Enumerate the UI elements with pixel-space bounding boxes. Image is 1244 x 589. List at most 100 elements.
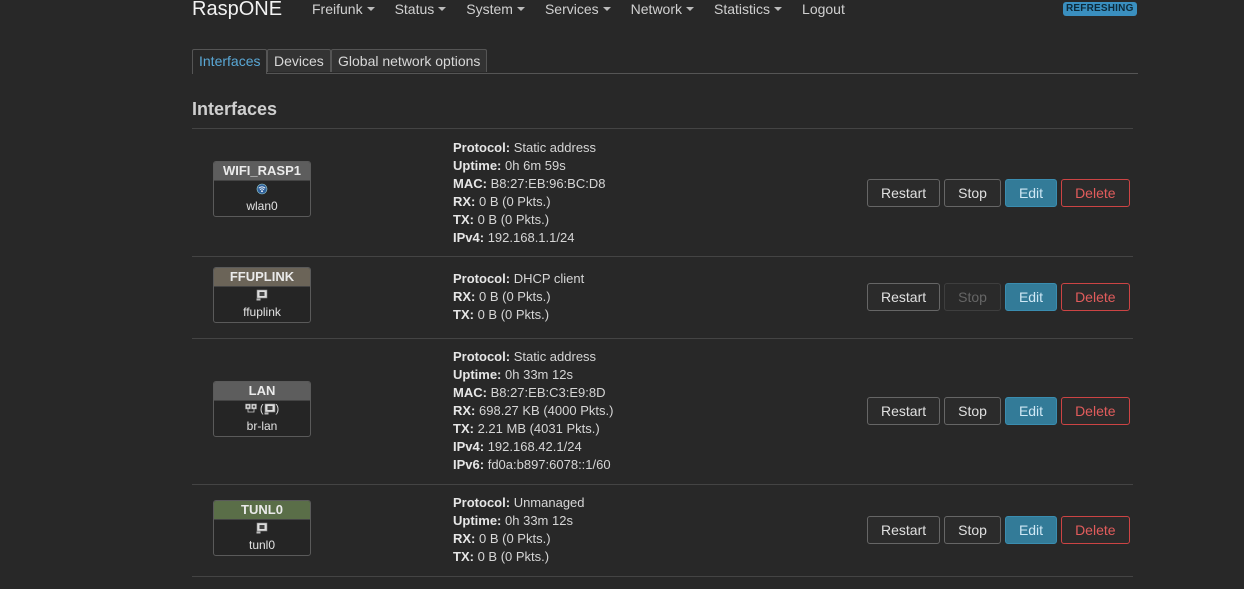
action-buttons: Restart Stop Edit Delete [867, 283, 1130, 311]
uptime-value: 0h 33m 12s [505, 367, 573, 382]
action-buttons: Restart Stop Edit Delete [867, 397, 1130, 425]
tx-label: TX: [453, 421, 474, 436]
mac-label: MAC: [453, 385, 487, 400]
stop-button[interactable]: Stop [944, 283, 1001, 311]
interface-details: Protocol: DHCP client RX: 0 B (0 Pkts.) … [453, 270, 584, 324]
tx-value: 0 B (0 Pkts.) [477, 549, 550, 564]
interface-badge: TUNL0 tunl0 [213, 500, 311, 556]
rx-label: RX: [453, 194, 476, 209]
close-paren: ) [275, 403, 280, 415]
interface-name: FFUPLINK [214, 268, 310, 287]
refreshing-badge[interactable]: REFRESHING [1063, 2, 1137, 16]
protocol-value: Static address [513, 140, 597, 155]
ipv4-line: IPv4: 192.168.42.1/24 [453, 438, 613, 456]
stop-button[interactable]: Stop [944, 397, 1001, 425]
tx-line: TX: 0 B (0 Pkts.) [453, 306, 584, 324]
brand-logo[interactable]: RaspONE [192, 0, 282, 21]
restart-button[interactable]: Restart [867, 397, 941, 425]
nav-logout[interactable]: Logout [802, 0, 845, 20]
protocol-value: Static address [513, 349, 597, 364]
tx-label: TX: [453, 549, 474, 564]
delete-button[interactable]: Delete [1061, 179, 1130, 207]
nav-label: Status [394, 1, 435, 17]
tx-value: 2.21 MB (4031 Pkts.) [477, 421, 600, 436]
edit-button[interactable]: Edit [1004, 179, 1058, 207]
rx-line: RX: 698.27 KB (4000 Pkts.) [453, 402, 613, 420]
tx-line: TX: 2.21 MB (4031 Pkts.) [453, 420, 613, 438]
protocol-value: Unmanaged [513, 495, 585, 510]
uptime-line: Uptime: 0h 6m 59s [453, 157, 605, 175]
ipv4-line: IPv4: 192.168.1.1/24 [453, 229, 605, 247]
ipv6-line: IPv6: fd0a:b897:6078::1/60 [453, 456, 613, 474]
uptime-label: Uptime: [453, 158, 502, 173]
tx-value: 0 B (0 Pkts.) [477, 307, 550, 322]
interface-icons [214, 287, 310, 305]
restart-button[interactable]: Restart [867, 283, 941, 311]
nav-label: System [466, 1, 513, 17]
rx-line: RX: 0 B (0 Pkts.) [453, 288, 584, 306]
tx-line: TX: 0 B (0 Pkts.) [453, 548, 585, 566]
protocol-line: Protocol: Unmanaged [453, 494, 585, 512]
interface-name: LAN [214, 382, 310, 401]
protocol-line: Protocol: Static address [453, 348, 613, 366]
nav-statistics[interactable]: Statistics [714, 0, 783, 20]
delete-button[interactable]: Delete [1061, 516, 1130, 544]
restart-button[interactable]: Restart [867, 516, 941, 544]
rx-line: RX: 0 B (0 Pkts.) [453, 530, 585, 548]
delete-button[interactable]: Delete [1061, 397, 1130, 425]
protocol-label: Protocol: [453, 495, 511, 510]
interface-icons [214, 520, 310, 538]
edit-button[interactable]: Edit [1004, 397, 1058, 425]
interface-row: WIFI_RASP1 wlan0 Protocol: Static addres… [192, 129, 1133, 256]
ipv6-label: IPv6: [453, 457, 485, 472]
restart-button[interactable]: Restart [867, 179, 941, 207]
nav-label: Services [544, 1, 599, 17]
mac-value: B8:27:EB:96:BC:D8 [490, 176, 606, 191]
rx-value: 0 B (0 Pkts.) [479, 194, 551, 209]
delete-button[interactable]: Delete [1061, 283, 1130, 311]
rx-label: RX: [453, 289, 476, 304]
rx-label: RX: [453, 531, 476, 546]
stop-button[interactable]: Stop [944, 516, 1001, 544]
tab-global-network-options[interactable]: Global network options [331, 49, 488, 72]
uptime-value: 0h 6m 59s [505, 158, 566, 173]
nav-status[interactable]: Status [395, 0, 447, 20]
chevron-down-icon [438, 7, 447, 12]
interface-badge: FFUPLINK ffuplink [213, 267, 311, 323]
interface-badge: WIFI_RASP1 wlan0 [213, 161, 311, 217]
interface-icons: ( ) [214, 401, 310, 419]
nav-freifunk[interactable]: Freifunk [312, 0, 375, 20]
uptime-label: Uptime: [453, 513, 502, 528]
mac-line: MAC: B8:27:EB:96:BC:D8 [453, 175, 605, 193]
chevron-down-icon [516, 7, 525, 12]
tab-devices[interactable]: Devices [267, 49, 331, 72]
action-buttons: Restart Stop Edit Delete [867, 516, 1130, 544]
edit-button[interactable]: Edit [1004, 516, 1058, 544]
device-name: br-lan [246, 419, 278, 433]
edit-button[interactable]: Edit [1004, 283, 1058, 311]
tx-label: TX: [453, 212, 474, 227]
tab-bar: Interfaces Devices Global network option… [192, 49, 1138, 74]
protocol-line: Protocol: DHCP client [453, 270, 584, 288]
rx-line: RX: 0 B (0 Pkts.) [453, 193, 605, 211]
tx-label: TX: [453, 307, 474, 322]
chevron-down-icon [686, 7, 695, 12]
interface-row: FFUPLINK ffuplink Protocol: DHCP client … [192, 257, 1133, 338]
interface-name: TUNL0 [214, 501, 310, 520]
interface-details: Protocol: Static address Uptime: 0h 33m … [453, 348, 613, 474]
protocol-label: Protocol: [453, 271, 511, 286]
main-nav: Freifunk Status System Services Network … [312, 0, 865, 20]
ipv4-value: 192.168.42.1/24 [487, 439, 582, 454]
interface-details: Protocol: Unmanaged Uptime: 0h 33m 12s R… [453, 494, 585, 566]
divider [192, 576, 1133, 577]
tab-interfaces[interactable]: Interfaces [192, 49, 268, 74]
tx-line: TX: 0 B (0 Pkts.) [453, 211, 605, 229]
device-name: tunl0 [248, 538, 276, 552]
nav-system[interactable]: System [466, 0, 525, 20]
nav-network[interactable]: Network [631, 0, 695, 20]
action-buttons: Restart Stop Edit Delete [867, 179, 1130, 207]
rx-value: 698.27 KB (4000 Pkts.) [479, 403, 614, 418]
stop-button[interactable]: Stop [944, 179, 1001, 207]
uptime-line: Uptime: 0h 33m 12s [453, 512, 585, 530]
nav-services[interactable]: Services [545, 0, 611, 20]
